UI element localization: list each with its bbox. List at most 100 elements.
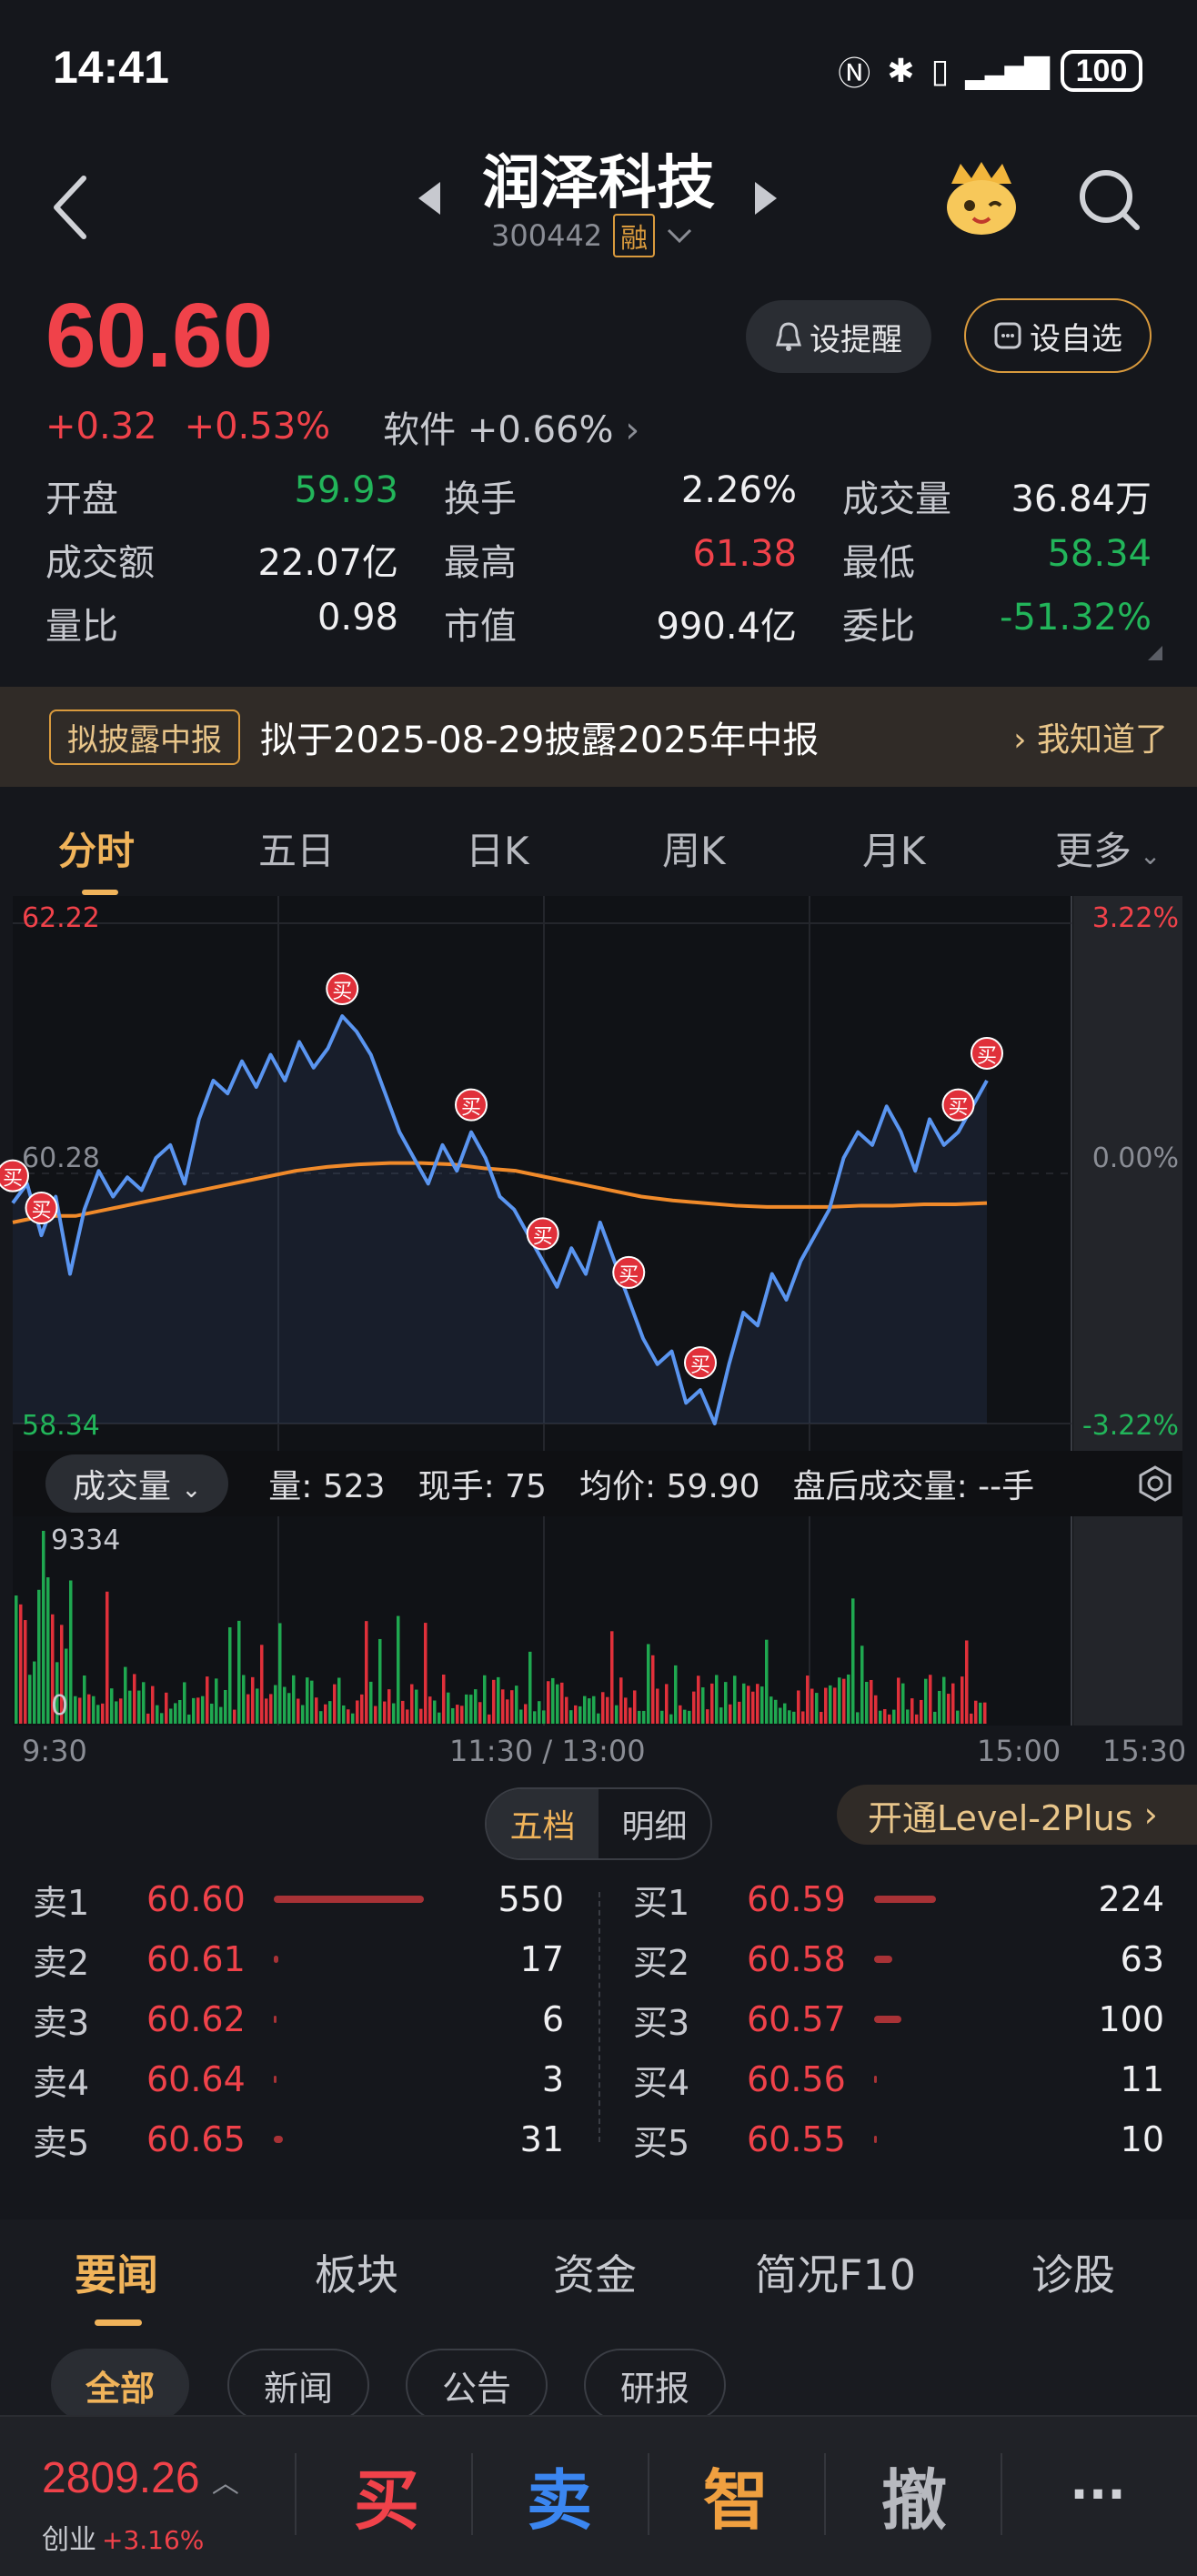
time-tick-after: 15:30 (1102, 1734, 1187, 1768)
sell-level-row[interactable]: 卖3 60.62 6 (33, 1989, 564, 2049)
chip-announcements[interactable]: 公告 (406, 2349, 548, 2421)
volume-bar (337, 1677, 341, 1724)
buy-level-row[interactable]: 买2 60.58 63 (633, 1929, 1164, 1989)
volume-bar (69, 1580, 73, 1724)
search-icon[interactable] (1073, 164, 1146, 236)
tab-diagnosis[interactable]: 诊股 (1031, 2242, 1115, 2302)
level-label: 买3 (633, 2002, 690, 2043)
buy-marker-label: 买 (977, 1045, 997, 1068)
level-price: 60.55 (747, 2119, 846, 2159)
add-watchlist-button[interactable]: 设自选 (964, 298, 1152, 373)
stat-label: 量比 (45, 606, 118, 648)
sell-level-row[interactable]: 卖5 60.65 31 (33, 2109, 564, 2169)
volume-indicator-selector[interactable]: 成交量 ⌄ (45, 1454, 229, 1513)
bottom-trade-bar: 2809.26 ︿ 创业 +3.16% 买 卖 智 撤 ··· (0, 2415, 1197, 2576)
volume-bar (779, 1707, 782, 1724)
volume-bar (674, 1665, 678, 1724)
volume-bar (815, 1693, 819, 1724)
volume-bar (106, 1591, 109, 1724)
sell-button[interactable]: 卖 (473, 2444, 646, 2544)
buy-level-row[interactable]: 买1 60.59 224 (633, 1869, 1164, 1929)
tab-sector[interactable]: 板块 (315, 2242, 398, 2302)
volume-bar (78, 1697, 82, 1724)
set-alert-button[interactable]: 设提醒 (746, 300, 931, 373)
volume-bar (897, 1677, 900, 1724)
volume-bar (856, 1712, 860, 1724)
level2-upgrade-button[interactable]: 开通Level-2Plus › (837, 1785, 1197, 1845)
volume-bar (115, 1701, 118, 1724)
tab-trade-details[interactable]: 明细 (598, 1789, 710, 1858)
volume-bar (797, 1690, 800, 1724)
intraday-chart[interactable]: 买买买买买买买买买 62.22 60.28 58.34 3.22% 0.00% … (0, 896, 1197, 1451)
buy-level-row[interactable]: 买5 60.55 10 (633, 2109, 1164, 2169)
buy-level-row[interactable]: 买4 60.56 11 (633, 2049, 1164, 2109)
expand-corner-icon[interactable] (1148, 646, 1162, 660)
notice-bar[interactable]: 拟披露中报 拟于2025-08-29披露2025年中报 › 我知道了 (0, 687, 1197, 787)
chip-research[interactable]: 研报 (584, 2349, 726, 2421)
buy-marker-label: 买 (619, 1264, 639, 1287)
more-menu-button[interactable]: ··· (1011, 2444, 1184, 2544)
volume-bar (178, 1699, 182, 1724)
level-volume-bar (874, 2016, 901, 2023)
volume-bar (910, 1698, 914, 1724)
notice-text: 拟于2025-08-29披露2025年中报 (260, 719, 820, 761)
notice-ack-button[interactable]: › 我知道了 (1013, 713, 1168, 760)
volume-bar (469, 1695, 473, 1724)
stock-code-line[interactable]: 300442 融 (491, 214, 693, 257)
volume-bar (865, 1682, 869, 1724)
buy-marker: 买 (941, 1088, 975, 1122)
volume-bar (237, 1620, 241, 1724)
tab-five-day[interactable]: 五日 (258, 820, 335, 876)
buy-level-row[interactable]: 买3 60.57 100 (633, 1989, 1164, 2049)
bluetooth-icon: ✱ (887, 52, 915, 90)
sell-level-row[interactable]: 卖4 60.64 3 (33, 2049, 564, 2109)
sector-link[interactable]: 软件 +0.66% › (383, 400, 639, 453)
price-axis-low: 58.34 (22, 1410, 100, 1442)
buy-button[interactable]: 买 (300, 2444, 473, 2544)
tab-five-levels[interactable]: 五档 (487, 1789, 598, 1858)
tab-intraday[interactable]: 分时 (58, 820, 135, 876)
stat-label: 换手 (444, 478, 517, 520)
volume-bar (219, 1706, 223, 1724)
volume-bar (820, 1712, 823, 1724)
volume-bar (192, 1697, 196, 1724)
tab-weekly-k[interactable]: 周K (662, 820, 726, 876)
stat-cell: 市值 990.4亿 (444, 597, 842, 649)
smart-trade-button[interactable]: 智 (649, 2444, 822, 2544)
level-volume-bar (274, 1956, 278, 1963)
bell-icon (775, 322, 802, 351)
level-price: 60.65 (146, 2119, 246, 2159)
sell-level-row[interactable]: 卖2 60.61 17 (33, 1929, 564, 1989)
chip-all[interactable]: 全部 (51, 2349, 189, 2421)
cancel-order-button[interactable]: 撤 (828, 2444, 1001, 2544)
tab-more[interactable]: 更多 ⌄ (1055, 820, 1161, 876)
volume-bar (647, 1644, 650, 1724)
tab-daily-k[interactable]: 日K (466, 820, 529, 876)
volume-bar (478, 1702, 482, 1724)
volume-bar (142, 1682, 146, 1724)
level-volume-bar (274, 2076, 277, 2083)
tab-monthly-k[interactable]: 月K (862, 820, 926, 876)
tab-funds[interactable]: 资金 (553, 2242, 637, 2302)
volume-bar (351, 1713, 355, 1724)
volume-bar (592, 1696, 596, 1724)
volume-bar (929, 1675, 932, 1724)
volume-bar (770, 1696, 773, 1724)
sell-orders: 卖1 60.60 550 卖2 60.61 17 卖3 60.62 6 卖4 60.64 3 卖5 60.… (33, 1869, 564, 2169)
mascot-icon[interactable] (940, 158, 1022, 240)
tab-f10[interactable]: 简况F10 (755, 2242, 916, 2302)
volume-bar (542, 1710, 546, 1724)
volume-bar (451, 1707, 455, 1724)
volume-bar (365, 1621, 368, 1724)
level-label: 买5 (633, 2122, 690, 2163)
quote-panel: 60.60 设提醒 设自选 +0.32 +0.53% 软件 +0.66% › 开… (0, 273, 1197, 682)
settings-icon[interactable] (1137, 1465, 1173, 1502)
index-name-text: 创业 (42, 2524, 96, 2556)
volume-bar (442, 1675, 446, 1724)
volume-bar (24, 1620, 27, 1724)
tab-headlines[interactable]: 要闻 (75, 2242, 158, 2302)
level-volume: 3 (541, 2059, 564, 2099)
next-stock-icon[interactable] (753, 180, 779, 216)
chip-news[interactable]: 新闻 (227, 2349, 369, 2421)
sell-level-row[interactable]: 卖1 60.60 550 (33, 1869, 564, 1929)
